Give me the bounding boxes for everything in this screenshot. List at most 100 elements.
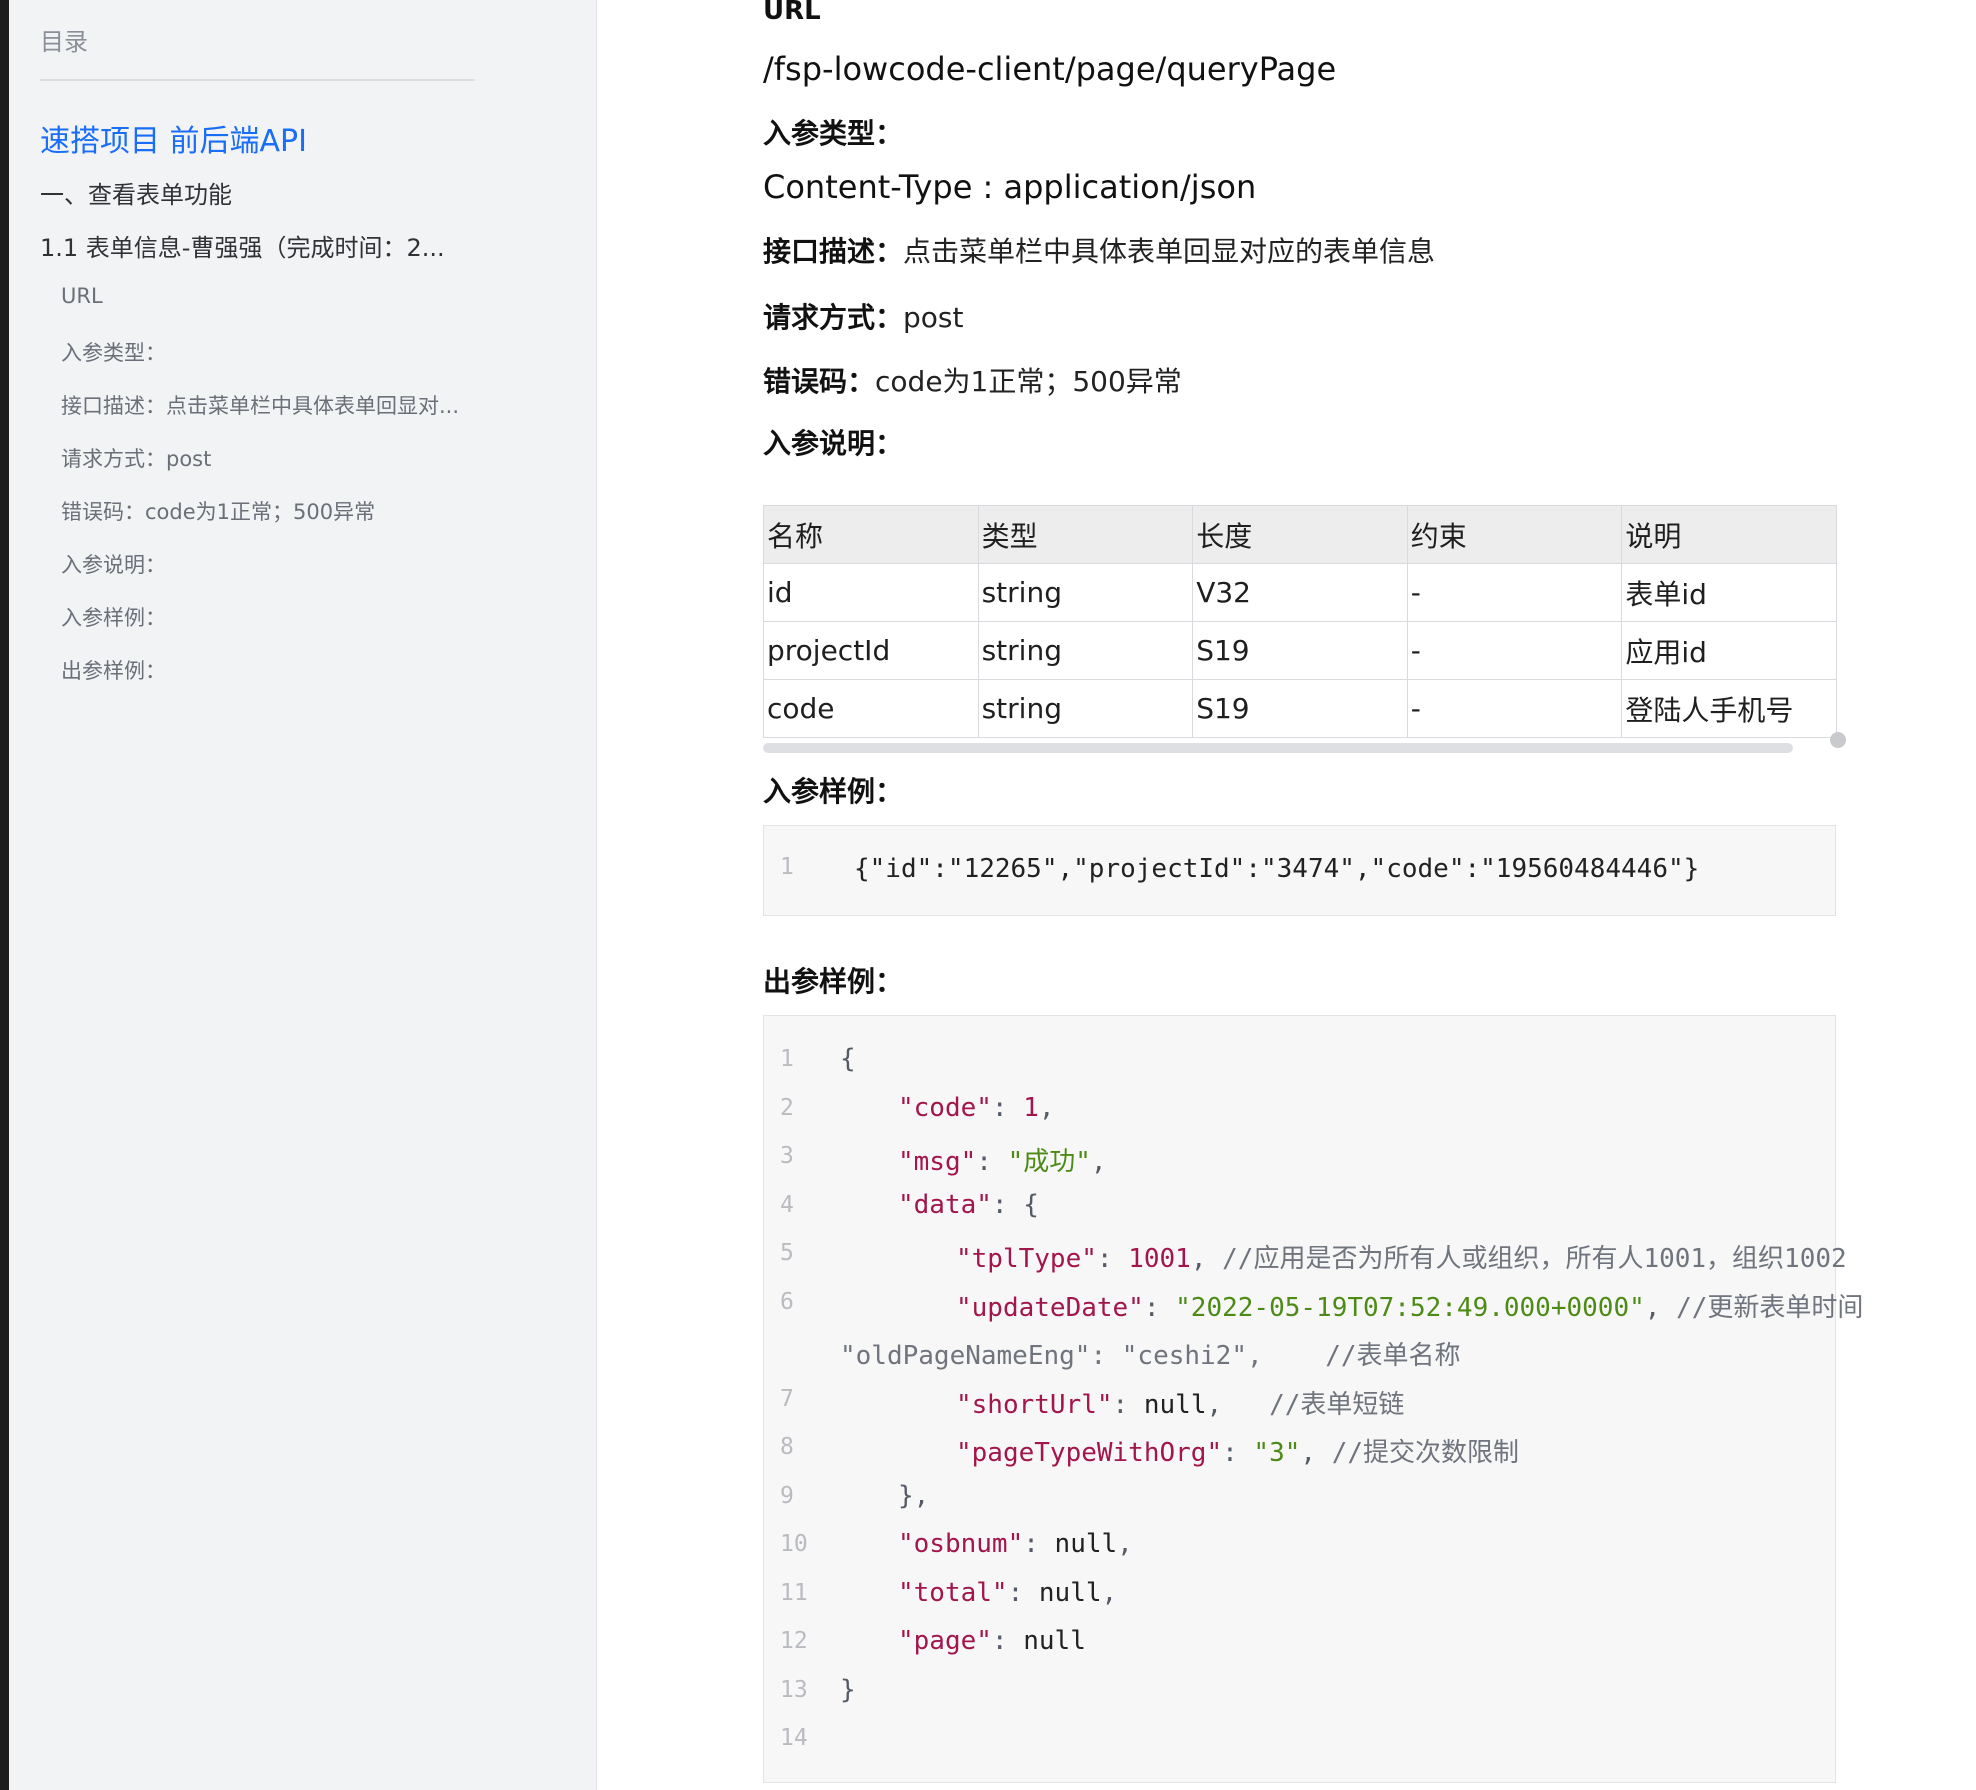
table-resize-handle[interactable]: [1830, 732, 1846, 748]
toc-item-output-example[interactable]: 出参样例：: [61, 655, 476, 685]
url-heading: URL: [763, 0, 821, 26]
input-example-label: 入参样例：: [763, 775, 904, 808]
code-text: "page": null: [898, 1626, 1086, 1656]
code-line: 12 "page": null: [764, 1626, 1835, 1666]
code-line: 4 "data": {: [764, 1190, 1835, 1230]
code-token: "updateDate": [956, 1292, 1144, 1323]
code-token: :: [1112, 1389, 1144, 1420]
url-value: /fsp-lowcode-client/page/queryPage: [763, 50, 1337, 88]
toc-item-view-form[interactable]: 一、查看表单功能: [40, 175, 232, 210]
line-number: 13: [780, 1676, 808, 1703]
code-text: "updateDate": "2022-05-19T07:52:49.000+0…: [956, 1287, 1863, 1324]
table-horizontal-scrollbar[interactable]: [763, 743, 1793, 753]
code-line: 9},: [764, 1481, 1835, 1521]
code-token: ,: [1190, 1244, 1223, 1274]
toc-item-method[interactable]: 请求方式：post: [61, 443, 476, 473]
table-header-cell: 名称: [763, 505, 979, 564]
toc-title: 目录: [40, 28, 88, 56]
code-token: ,: [1101, 1577, 1118, 1608]
code-line: 13}: [764, 1675, 1835, 1715]
code-text: "data": {: [898, 1190, 1039, 1220]
table-cell: 登陆人手机号: [1621, 679, 1837, 738]
line-number: 4: [780, 1191, 794, 1218]
code-text: "tplType": 1001, //应用是否为所有人或组织，所有人1001，组…: [956, 1238, 1847, 1275]
table-cell: id: [763, 563, 979, 622]
table-row: projectId string S19 - 应用id: [763, 621, 1837, 680]
code-token: 1: [1023, 1092, 1039, 1123]
toc-item-error-code[interactable]: 错误码：code为1正常；500异常: [61, 496, 476, 526]
line-number: 12: [780, 1628, 808, 1654]
table-cell: string: [977, 621, 1194, 680]
code-token: ,: [1300, 1438, 1332, 1468]
code-token: "page": [898, 1626, 992, 1656]
toc-item-description[interactable]: 接口描述：点击菜单栏中具体表单回显对...: [61, 390, 476, 420]
code-token: :: [976, 1147, 1008, 1177]
code-token: :: [1007, 1577, 1039, 1608]
param-type-label: 入参类型：: [763, 117, 904, 150]
toc-sidebar: 目录 速搭项目 前后端API 一、查看表单功能 1.1 表单信息-曹强强（完成时…: [9, 0, 597, 1790]
line-number: 11: [780, 1579, 808, 1606]
code-line: 7 "shortUrl": null, //表单短链: [764, 1384, 1835, 1424]
code-token: null: [1054, 1529, 1118, 1559]
code-token: "data": [898, 1189, 992, 1220]
toc-item-input-example[interactable]: 入参样例：: [61, 602, 476, 632]
table-cell: -: [1406, 679, 1623, 738]
code-token: {: [840, 1044, 856, 1074]
code-text: "osbnum": null,: [898, 1529, 1133, 1559]
toc-item-param-desc[interactable]: 入参说明：: [61, 549, 476, 579]
line-number: 7: [780, 1385, 794, 1412]
app-window: 目录 速搭项目 前后端API 一、查看表单功能 1.1 表单信息-曹强强（完成时…: [0, 0, 1976, 1790]
code-token: ,: [1644, 1292, 1677, 1323]
code-token: "code": [898, 1092, 992, 1123]
code-token: "成功": [1007, 1147, 1091, 1177]
toc-item-form-info[interactable]: 1.1 表单信息-曹强强（完成时间：2...: [40, 228, 475, 263]
code-token: :: [1222, 1438, 1254, 1468]
code-token: "3": [1253, 1438, 1301, 1468]
error-code-line: 错误码：code为1正常；500异常: [763, 360, 1182, 400]
table-header-cell: 类型: [977, 505, 1194, 564]
table-cell: 应用id: [1621, 621, 1837, 680]
code-line: 3 "msg": "成功",: [764, 1141, 1835, 1181]
code-token: null: [1038, 1577, 1102, 1608]
toc-item-param-type[interactable]: 入参类型：: [61, 337, 476, 367]
input-example-code-block[interactable]: 1 {"id":"12265","projectId":"3474","code…: [763, 825, 1836, 916]
param-desc-label: 入参说明：: [763, 427, 904, 460]
code-text: "oldPageNameEng": "ceshi2", //表单名称: [840, 1335, 1461, 1372]
toc-item-project-api[interactable]: 速搭项目 前后端API: [40, 116, 307, 160]
line-number: 14: [780, 1725, 808, 1751]
table-row: code string S19 - 登陆人手机号: [763, 679, 1837, 738]
code-line: 1 {"id":"12265","projectId":"3474","code…: [764, 854, 1699, 974]
error-code-label: 错误码：: [763, 365, 876, 398]
output-example-code-block[interactable]: 1{2 "code": 1, 3 "msg": "成功", 4 "data": {5 "tp…: [763, 1015, 1863, 1783]
table-cell: S19: [1192, 679, 1408, 738]
toc-item-url[interactable]: URL: [61, 284, 476, 308]
code-token: :: [991, 1626, 1024, 1656]
document-content: URL /fsp-lowcode-client/page/queryPage 入…: [597, 0, 1976, 1790]
line-number: 1: [780, 1046, 794, 1072]
code-text: "shortUrl": null, //表单短链: [956, 1384, 1404, 1421]
table-cell: V32: [1192, 563, 1408, 622]
table-header-cell: 约束: [1406, 505, 1623, 564]
method-label: 请求方式：: [763, 301, 904, 334]
code-line: 14: [764, 1723, 1835, 1763]
code-token: null: [1143, 1389, 1207, 1420]
code-line: 11 "total": null,: [764, 1578, 1835, 1618]
code-line: 6 "updateDate": "2022-05-19T07:52:49.000+…: [764, 1287, 1863, 1327]
code-token: :: [1096, 1244, 1129, 1274]
method-line: 请求方式：post: [763, 296, 964, 336]
code-token: :: [1023, 1529, 1055, 1559]
code-token: ,: [1090, 1147, 1107, 1177]
line-number: 6: [780, 1288, 794, 1315]
code-line: 1{: [764, 1044, 1835, 1084]
table-cell: -: [1406, 563, 1623, 622]
code-token: :: [991, 1092, 1024, 1123]
code-token: "pageTypeWithOrg": [956, 1438, 1223, 1468]
code-token: "total": [898, 1577, 1008, 1608]
params-table: 名称 类型 长度 约束 说明 id string V32 - 表单id proj…: [763, 505, 1837, 738]
code-token: "oldPageNameEng": "ceshi2", //表单名称: [840, 1341, 1461, 1371]
table-cell: -: [1406, 621, 1623, 680]
line-number: 3: [780, 1143, 794, 1169]
code-token: "osbnum": [898, 1529, 1024, 1559]
params-table-wrapper: 名称 类型 长度 约束 说明 id string V32 - 表单id proj…: [763, 505, 1837, 738]
line-number: 9: [780, 1482, 794, 1509]
